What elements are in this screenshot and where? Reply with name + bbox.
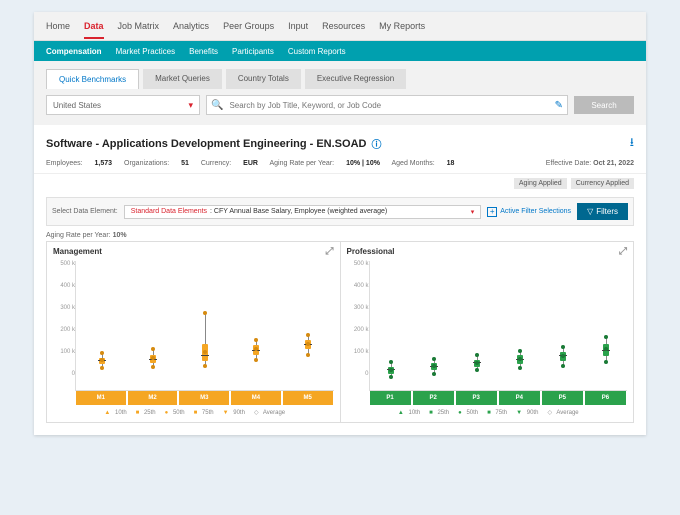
- nav-input[interactable]: Input: [288, 21, 308, 31]
- select-element-label: Select Data Element:: [52, 208, 118, 215]
- meta-row: Employees: 1,573 Organizations: 51 Curre…: [34, 158, 646, 174]
- aging-rate-label: Aging Rate per Year: 10%: [46, 232, 634, 239]
- download-icon[interactable]: ⭳: [630, 133, 634, 154]
- search-box[interactable]: 🔍 ✎: [206, 95, 568, 115]
- subnav-benefits[interactable]: Benefits: [189, 47, 218, 56]
- page-title: Software - Applications Development Engi…: [46, 136, 381, 151]
- professional-xaxis: P1P2P3P4P5P6: [369, 391, 628, 405]
- plus-icon: +: [487, 207, 497, 217]
- nav-data[interactable]: Data: [84, 21, 104, 39]
- management-plot: [75, 261, 334, 391]
- expand-icon[interactable]: ⤢: [326, 246, 334, 257]
- charts-container: Management ⤢ 500 k 400 k 300 k 200 k 100…: [46, 241, 634, 423]
- control-row: Select Data Element: Standard Data Eleme…: [46, 197, 634, 226]
- professional-legend: ▲ 10th■ 25th● 50th■ 75th▼ 90th◇ Average: [347, 409, 628, 416]
- tab-country-totals[interactable]: Country Totals: [226, 69, 301, 89]
- nav-home[interactable]: Home: [46, 21, 70, 31]
- subnav-market-practices[interactable]: Market Practices: [116, 47, 176, 56]
- title-row: Software - Applications Development Engi…: [34, 125, 646, 158]
- status-badges: Aging Applied Currency Applied: [34, 174, 646, 193]
- search-button[interactable]: Search: [574, 96, 634, 114]
- professional-plot: [369, 261, 628, 391]
- search-row: United States ▾ 🔍 ✎ Search: [34, 89, 646, 125]
- data-element-select[interactable]: Standard Data Elements : CFY Annual Base…: [124, 205, 481, 219]
- info-icon[interactable]: ⓘ: [371, 136, 381, 151]
- tab-market-queries[interactable]: Market Queries: [143, 69, 222, 89]
- nav-analytics[interactable]: Analytics: [173, 21, 209, 31]
- sub-nav: Compensation Market Practices Benefits P…: [34, 41, 646, 61]
- tab-quick-benchmarks[interactable]: Quick Benchmarks: [46, 69, 139, 89]
- management-xaxis: M1M2M3M4M5: [75, 391, 334, 405]
- subnav-custom-reports[interactable]: Custom Reports: [288, 47, 346, 56]
- expand-icon[interactable]: ⤢: [619, 246, 627, 257]
- top-nav: Home Data Job Matrix Analytics Peer Grou…: [34, 12, 646, 41]
- subnav-participants[interactable]: Participants: [232, 47, 274, 56]
- search-icon: 🔍: [211, 100, 223, 111]
- tab-executive-regression[interactable]: Executive Regression: [305, 69, 406, 89]
- chart-title: Professional: [347, 247, 395, 256]
- nav-my-reports[interactable]: My Reports: [379, 21, 425, 31]
- subnav-compensation[interactable]: Compensation: [46, 47, 102, 56]
- edit-icon[interactable]: ✎: [555, 100, 563, 111]
- filters-button[interactable]: ▽ Filters: [577, 203, 628, 220]
- filter-icon: ▽: [587, 207, 593, 216]
- chart-title: Management: [53, 247, 102, 256]
- management-legend: ▲ 10th■ 25th● 50th■ 75th▼ 90th◇ Average: [53, 409, 334, 416]
- caret-down-icon: ▾: [188, 100, 193, 111]
- nav-job-matrix[interactable]: Job Matrix: [118, 21, 160, 31]
- tabs: Quick Benchmarks Market Queries Country …: [34, 61, 646, 89]
- country-dropdown[interactable]: United States ▾: [46, 95, 200, 115]
- professional-chart: Professional ⤢ 500 k 400 k 300 k 200 k 1…: [341, 242, 634, 422]
- nav-resources[interactable]: Resources: [322, 21, 365, 31]
- currency-applied-badge: Currency Applied: [571, 178, 634, 189]
- country-value: United States: [53, 101, 101, 110]
- caret-down-icon: ▾: [471, 208, 475, 216]
- management-chart: Management ⤢ 500 k 400 k 300 k 200 k 100…: [47, 242, 341, 422]
- active-filter-link[interactable]: + Active Filter Selections: [487, 207, 571, 217]
- nav-peer-groups[interactable]: Peer Groups: [223, 21, 274, 31]
- search-input[interactable]: [227, 100, 550, 111]
- aging-applied-badge: Aging Applied: [514, 178, 567, 189]
